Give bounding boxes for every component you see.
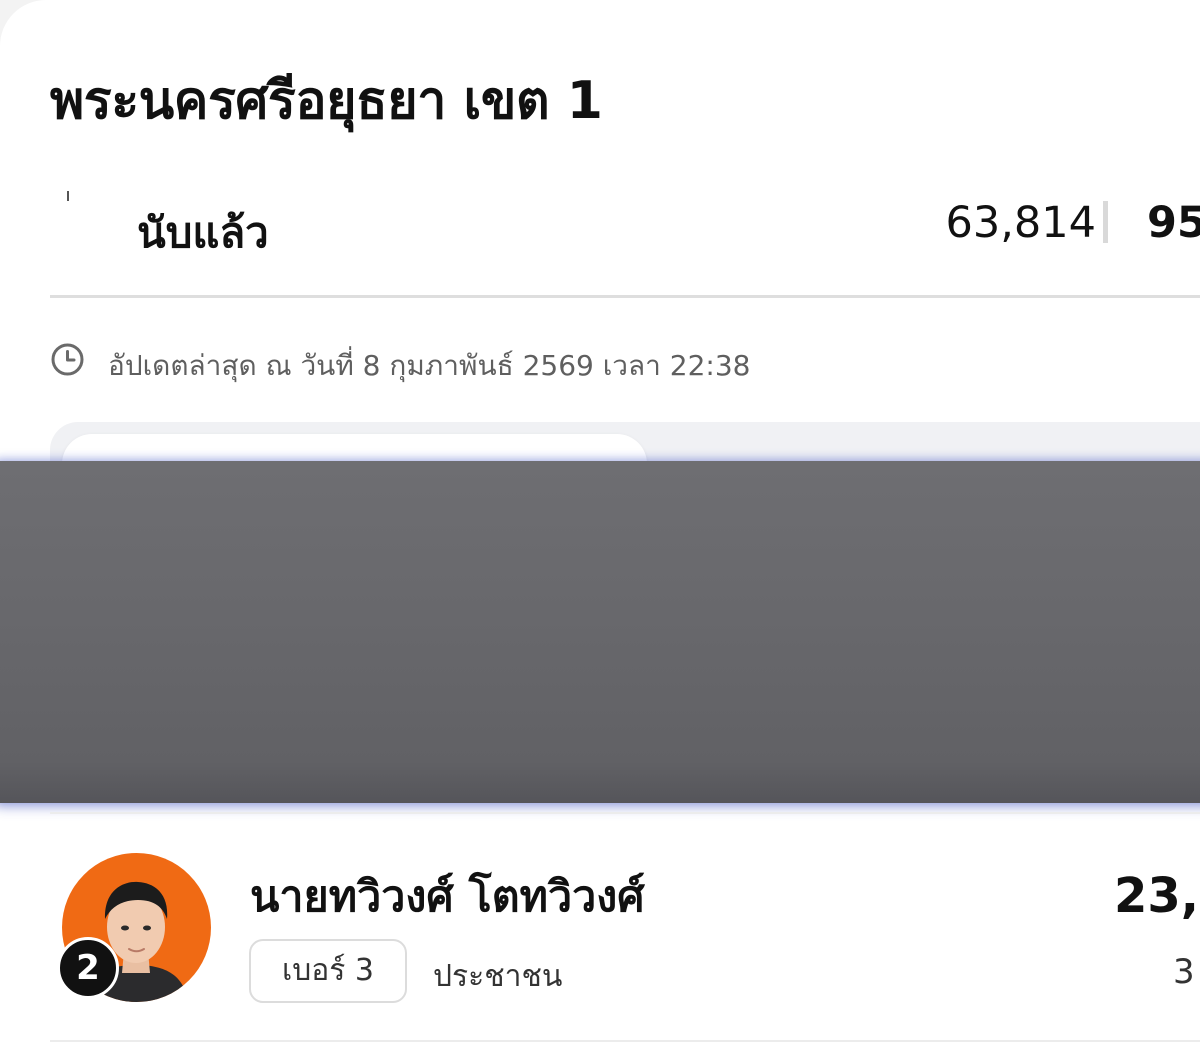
constituency-result-card: พระนครศรีอยุธยา เขต 1 นับแล้ว 63,814 95 … bbox=[0, 0, 1200, 1063]
clock-icon bbox=[51, 343, 84, 376]
candidate-number-badge: เบอร์ 3 bbox=[249, 939, 407, 1003]
vote-count: 23,8 bbox=[1114, 868, 1200, 924]
counted-percent: 95 bbox=[1147, 198, 1200, 248]
page-title: พระนครศรีอยุธยา เขต 1 bbox=[50, 71, 603, 131]
counted-ballots: 63,814 bbox=[945, 198, 1096, 248]
row-divider bbox=[50, 812, 1200, 814]
redaction-overlay bbox=[0, 461, 1200, 803]
row-divider-bottom bbox=[50, 1040, 1200, 1042]
party-name: ประชาชน bbox=[433, 959, 563, 994]
candidate-name[interactable]: นายทวิวงศ์ โตทวิวงศ์ bbox=[250, 862, 645, 930]
rank-badge: 2 bbox=[57, 937, 119, 999]
count-divider bbox=[1103, 201, 1108, 243]
vote-percent: 3 bbox=[1173, 952, 1195, 992]
counted-label: นับแล้ว bbox=[137, 208, 269, 257]
tick-mark bbox=[67, 191, 69, 201]
section-divider bbox=[50, 295, 1200, 298]
last-updated-text: อัปเดตล่าสุด ณ วันที่ 8 กุมภาพันธ์ 2569 … bbox=[108, 349, 751, 382]
